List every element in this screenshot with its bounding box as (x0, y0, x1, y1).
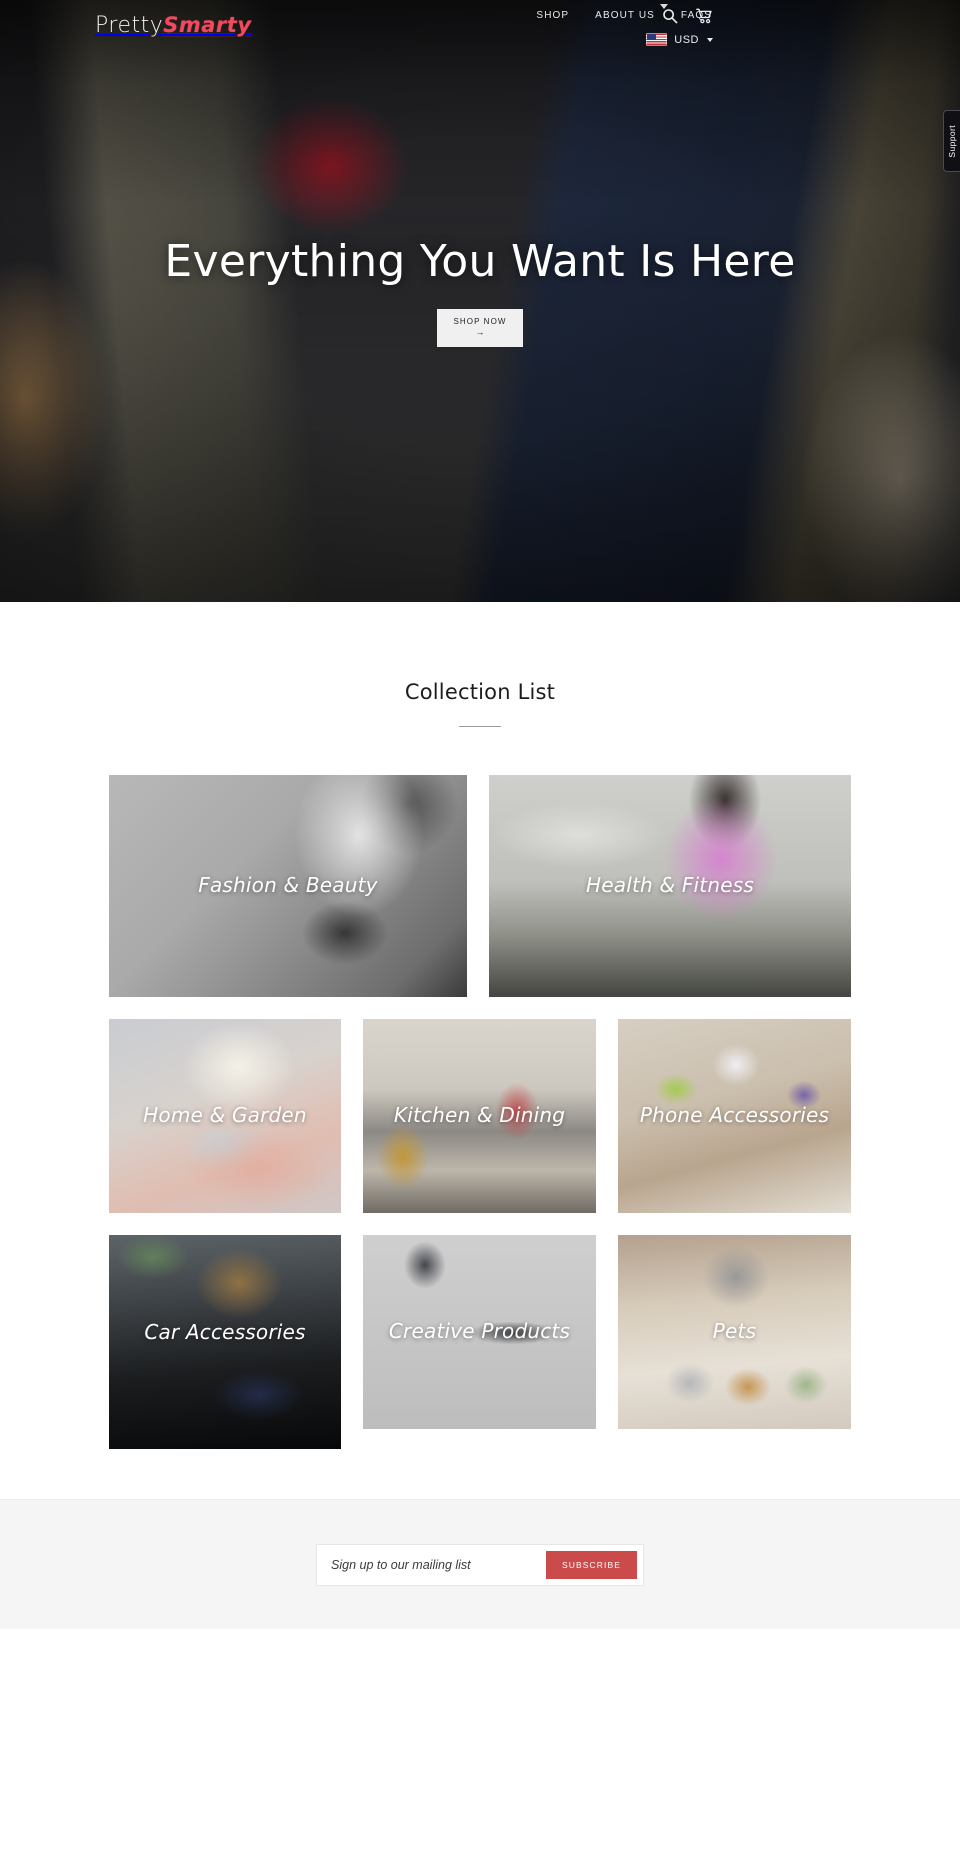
collection-tile-fashion-beauty[interactable]: Fashion & Beauty (109, 775, 467, 997)
collection-row: Fashion & Beauty Health & Fitness (109, 775, 851, 997)
collection-tile-home-garden[interactable]: Home & Garden (109, 1019, 341, 1213)
footer-spacer (0, 1629, 960, 1854)
collection-tile-label: Kitchen & Dining (393, 1103, 566, 1128)
collection-tile-label: Car Accessories (144, 1320, 306, 1345)
newsletter-form: SUBSCRIBE (317, 1544, 643, 1585)
hero-banner: PrettySmarty SHOP ABOUT US FAQS USD Ever… (0, 0, 960, 602)
collection-tile-label: Home & Garden (143, 1103, 307, 1128)
collection-row: Car Accessories Creative Products Pets (109, 1235, 851, 1449)
currency-selector[interactable]: USD (646, 33, 713, 46)
collection-list-section: Collection List Fashion & Beauty Health … (0, 602, 960, 1499)
collection-tile-label: Health & Fitness (586, 873, 754, 898)
collection-tile-kitchen-dining[interactable]: Kitchen & Dining (363, 1019, 596, 1213)
collection-tile-label: Pets (712, 1319, 757, 1344)
hero-title: Everything You Want Is Here (164, 235, 796, 287)
currency-label: USD (674, 33, 699, 46)
shop-now-button[interactable]: SHOP NOW → (437, 308, 523, 347)
site-header: PrettySmarty SHOP ABOUT US FAQS USD (0, 0, 960, 62)
collection-tile-pets[interactable]: Pets (618, 1235, 851, 1429)
collection-tile-creative-products[interactable]: Creative Products (363, 1235, 596, 1429)
site-logo[interactable]: PrettySmarty (95, 14, 252, 37)
cart-icon[interactable] (696, 8, 712, 24)
section-header: Collection List (0, 602, 960, 727)
support-tab-label: Support (947, 124, 957, 158)
collection-tile-label: Creative Products (388, 1319, 571, 1344)
newsletter-section: SUBSCRIBE (0, 1499, 960, 1629)
arrow-right-icon: → (475, 327, 485, 337)
us-flag-icon (646, 33, 668, 46)
subscribe-button[interactable]: SUBSCRIBE (545, 1550, 637, 1579)
nav-shop[interactable]: SHOP (536, 10, 569, 21)
header-icon-group (566, 8, 712, 24)
collection-tile-label: Phone Accessories (639, 1103, 830, 1128)
logo-text-smarty: Smarty (163, 13, 252, 37)
collection-tile-health-fitness[interactable]: Health & Fitness (489, 775, 851, 997)
collection-tile-label: Fashion & Beauty (198, 873, 378, 898)
shop-now-label: SHOP NOW (453, 317, 507, 326)
chevron-down-icon (707, 37, 713, 42)
title-divider (459, 726, 501, 727)
collection-row: Home & Garden Kitchen & Dining Phone Acc… (109, 1019, 851, 1213)
support-tab[interactable]: Support (943, 110, 960, 172)
page-title: Collection List (404, 680, 556, 704)
logo-text-pretty: Pretty (95, 13, 164, 38)
collection-tile-car-accessories[interactable]: Car Accessories (109, 1235, 341, 1449)
collection-tile-phone-accessories[interactable]: Phone Accessories (618, 1019, 851, 1213)
search-icon[interactable] (662, 8, 678, 24)
hero-content: Everything You Want Is Here SHOP NOW → (0, 0, 960, 602)
collection-grid: Fashion & Beauty Health & Fitness Home &… (109, 775, 851, 1449)
newsletter-email-input[interactable] (317, 1544, 546, 1585)
